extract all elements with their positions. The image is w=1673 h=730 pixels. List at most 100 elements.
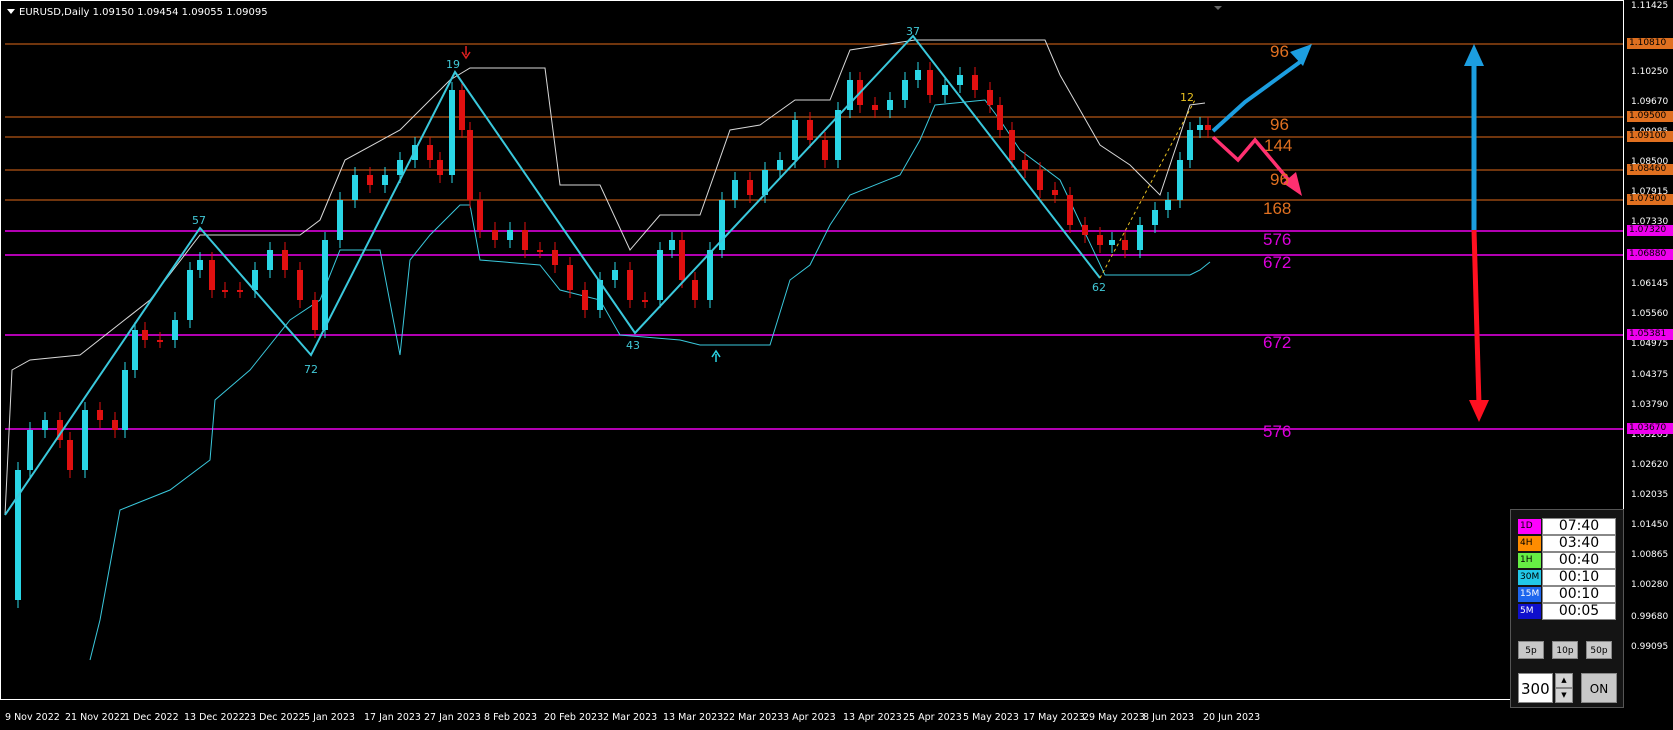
price-tick-label: 0.99680 [1631,612,1669,622]
candle-body [282,250,288,270]
candle-body [27,430,33,470]
zigzag-pivot-label: 72 [304,363,318,376]
level-count-label: 576 [1263,230,1292,249]
candle-body [1187,130,1193,160]
time-tick-label: 8 Feb 2023 [484,712,538,723]
timeframe-badge[interactable]: 1D [1518,519,1541,534]
symbol-header: EURUSD,Daily 1.09150 1.09454 1.09055 1.0… [7,7,268,18]
timeframe-timer-row: 4H 03:40 [1518,535,1618,552]
countdown-value: 07:40 [1542,518,1616,535]
level-count-label: 672 [1263,253,1292,272]
price-tick-label: 1.02035 [1631,490,1669,500]
candle-body [209,260,215,290]
candle-body [1152,210,1158,225]
candle-body [972,75,978,90]
candle-body [367,175,373,185]
pip-button-10[interactable]: 10p [1552,641,1578,659]
countdown-value: 00:10 [1542,569,1616,586]
candle-body [732,180,738,200]
price-tick-label: 1.11425 [1631,1,1669,11]
time-tick-label: 20 Feb 2023 [544,712,604,723]
level-count-label: 96 [1270,170,1289,189]
candle-body [872,105,878,110]
price-axis[interactable]: 1.114251.102501.096701.090851.085001.079… [1624,0,1673,700]
timeframe-timer-row: 15M 00:10 [1518,586,1618,603]
candle-body [382,175,388,185]
time-tick-label: 13 Dec 2022 [184,712,245,723]
candle-body [612,270,618,280]
pip-button-5[interactable]: 5p [1518,641,1544,659]
price-level-tag: 1.09100 [1627,131,1673,142]
candle-body [437,160,443,175]
candle-body [627,270,633,300]
on-toggle-button[interactable]: ON [1581,673,1617,703]
candle-body [1082,225,1088,235]
candle-body [97,410,103,420]
level-count-label: 144 [1264,136,1293,155]
level-count-label: 96 [1270,42,1289,61]
spin-up-icon[interactable]: ▲ [1555,673,1573,688]
price-tick-label: 1.04975 [1631,339,1669,349]
collapse-triangle-icon[interactable] [7,9,15,14]
zigzag-pivot-label: 43 [626,339,640,352]
candle-body [1067,195,1073,225]
candle-body [669,240,675,250]
time-tick-label: 17 Jan 2023 [364,712,421,723]
timeframe-badge[interactable]: 30M [1518,570,1541,585]
timeframe-timer-row: 1H 00:40 [1518,552,1618,569]
candle-body [1205,125,1211,130]
time-tick-label: 17 May 2023 [1023,712,1085,723]
price-level-tag: 1.09500 [1627,111,1673,122]
level-count-label: 576 [1263,422,1292,441]
time-tick-label: 23 Dec 2022 [244,712,305,723]
candle-body [459,90,465,130]
price-tick-label: 1.04375 [1631,370,1669,380]
candle-body [679,240,685,280]
candle-body [792,120,798,160]
chart-window[interactable]: EURUSD,Daily 1.09150 1.09454 1.09055 1.0… [0,0,1673,730]
time-tick-label: 27 Jan 2023 [424,712,481,723]
candle-body [132,330,138,370]
price-level-tag: 1.03670 [1627,423,1673,434]
countdown-value: 00:10 [1542,586,1616,603]
candle-body [942,85,948,95]
candle-body [957,75,963,85]
candle-body [657,250,663,300]
candle-timer-panel: 1D 07:40 4H 03:40 1H 00:40 30M 00:10 15M 00:10 5M 0… [1510,509,1624,708]
price-tick-label: 1.00280 [1631,580,1669,590]
zigzag-pivot-label: 19 [446,58,460,71]
candle-body [1122,240,1128,250]
timeframe-badge[interactable]: 5M [1518,604,1541,619]
pip-button-50[interactable]: 50p [1586,641,1612,659]
timeframe-badge[interactable]: 1H [1518,553,1541,568]
lot-size-input[interactable]: 300 [1518,673,1553,703]
candle-body [1197,125,1203,130]
candle-body [997,105,1003,130]
time-tick-label: 8 Jun 2023 [1143,712,1195,723]
price-tick-label: 1.09670 [1631,97,1669,107]
price-chart[interactable] [0,0,1673,730]
time-tick-label: 3 Apr 2023 [783,712,836,723]
candle-body [322,240,328,330]
timeframe-timer-row: 5M 00:05 [1518,603,1618,620]
zigzag-pivot-label: 62 [1092,281,1106,294]
countdown-value: 00:40 [1542,552,1616,569]
candle-body [537,250,543,252]
zigzag-pivot-label: 37 [906,25,920,38]
countdown-value: 00:05 [1542,603,1616,620]
candle-body [747,180,753,195]
time-tick-label: 9 Nov 2022 [5,712,60,723]
timeframe-badge[interactable]: 15M [1518,587,1541,602]
candle-body [42,420,48,430]
timeframe-badge[interactable]: 4H [1518,536,1541,551]
level-count-label: 168 [1263,199,1292,218]
spin-down-icon[interactable]: ▼ [1555,688,1573,703]
time-tick-label: 25 Apr 2023 [903,712,962,723]
candle-body [252,270,258,290]
candle-body [1137,225,1143,250]
time-axis[interactable]: 9 Nov 2022 21 Nov 2022 1 Dec 2022 13 Dec 20… [0,700,1624,730]
candle-body [507,230,513,240]
candle-body [172,320,178,340]
candle-body [552,250,558,265]
candle-body [822,140,828,160]
